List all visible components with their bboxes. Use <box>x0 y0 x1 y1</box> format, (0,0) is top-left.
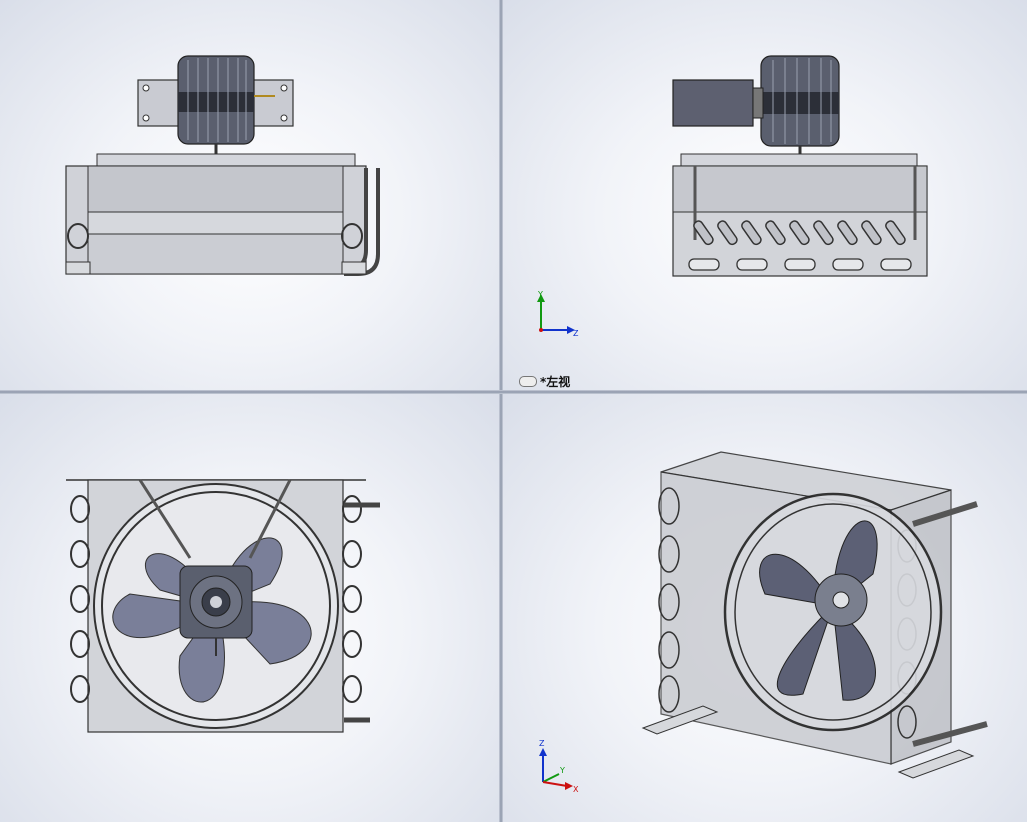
axis-label-z: Z <box>539 739 545 748</box>
axis-label-y: Y <box>537 290 543 299</box>
coordinate-triad-left: Y Z <box>537 290 579 338</box>
front-view-drawing <box>65 55 380 276</box>
axis-label-z: Z <box>573 329 579 338</box>
view-orientation-label[interactable]: *左视 <box>519 373 570 390</box>
isometric-view-drawing: Z Y X <box>539 451 988 794</box>
vertical-splitter[interactable] <box>499 0 503 822</box>
axis-label-y: Y <box>559 766 565 775</box>
horizontal-splitter[interactable] <box>0 390 1027 394</box>
axis-label-x: X <box>573 785 579 794</box>
viewport-front[interactable] <box>0 0 499 390</box>
viewport-isometric[interactable]: Z Y X <box>503 394 1027 822</box>
viewport-left[interactable]: Y Z *左视 <box>503 0 1027 390</box>
left-view-drawing: Y Z <box>537 55 928 338</box>
viewport-top[interactable] <box>0 394 499 822</box>
view-name: *左视 <box>540 375 571 389</box>
link-icon <box>519 376 537 387</box>
top-view-drawing <box>66 479 380 733</box>
coordinate-triad-iso: Z Y X <box>539 739 579 794</box>
